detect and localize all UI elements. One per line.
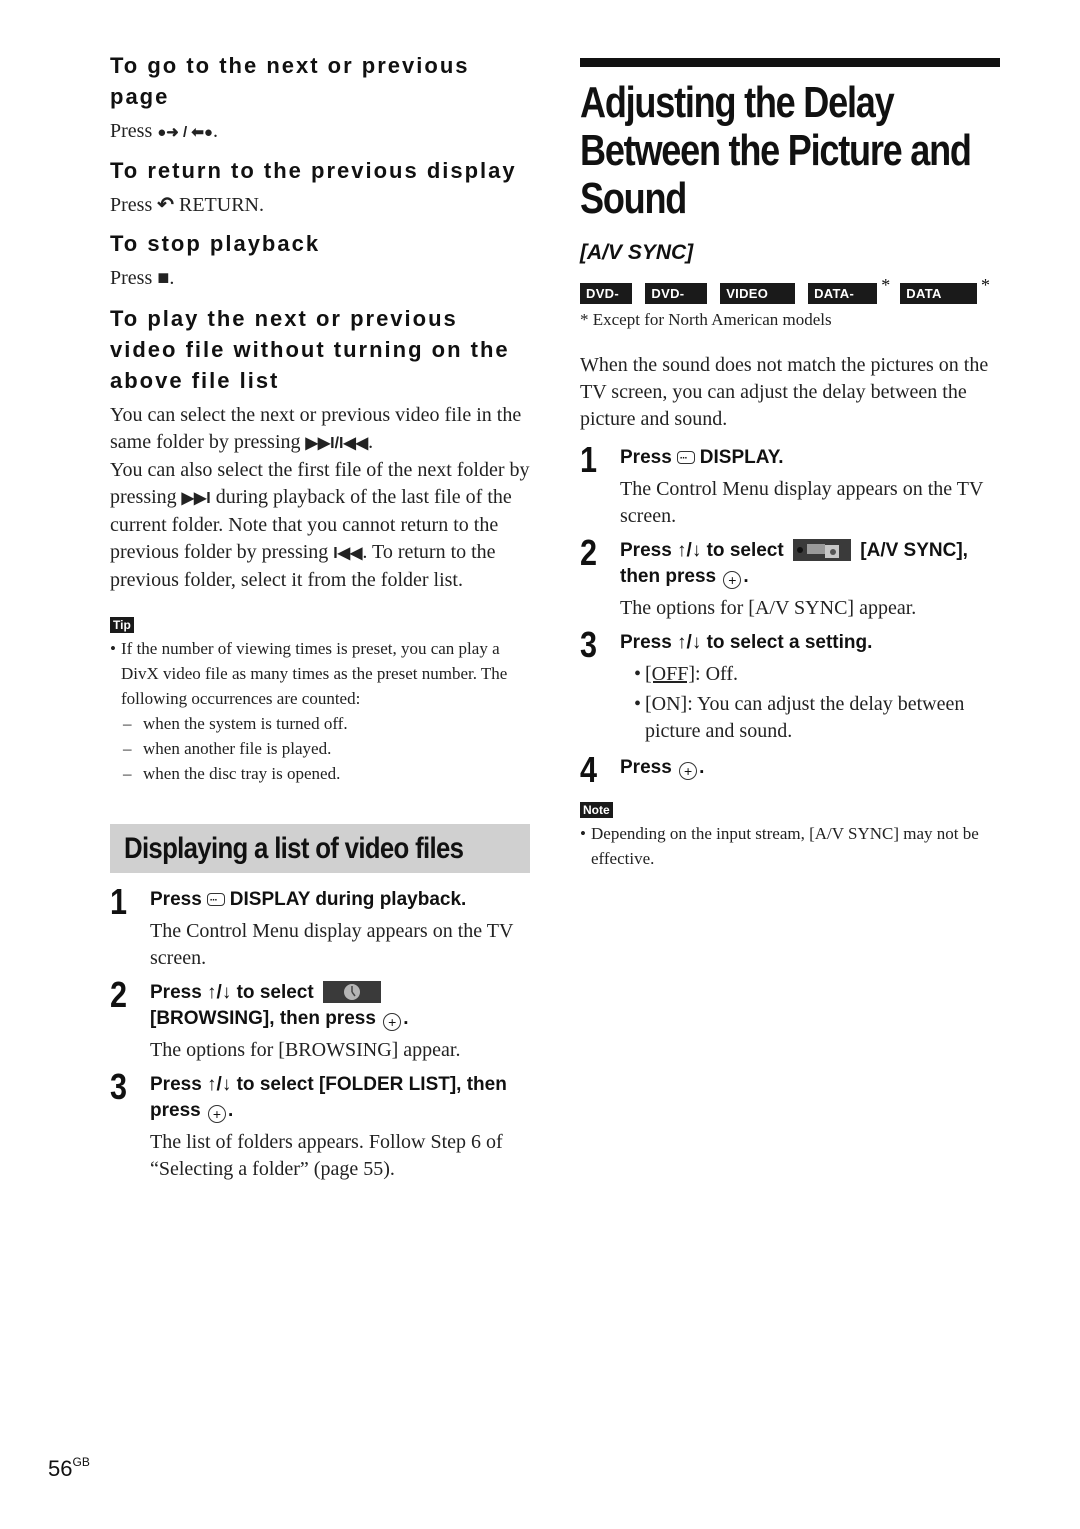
tip-label: Tip	[110, 617, 134, 633]
stop-playback-heading: To stop playback	[110, 231, 321, 256]
disc-badge-dvd-vr: DVD-VR	[645, 283, 708, 322]
note-box: Note Depending on the input stream, [A/V…	[580, 801, 1000, 871]
list-step-1: 1 PressDISPLAY during playback. The Cont…	[110, 881, 530, 972]
step-desc: The list of folders appears. Follow Step…	[150, 1131, 503, 1180]
left-column: To go to the next or previous page Press…	[110, 0, 530, 1183]
note-bullet: Depending on the input stream, [A/V SYNC…	[580, 821, 1000, 871]
step-number: 2	[110, 974, 128, 1015]
next-track-icon: ▶▶I	[181, 490, 211, 507]
av-step-3: 3 Press ↑/↓ to select a setting. [OFF]: …	[580, 624, 1000, 745]
next-prev-page-heading: To go to the next or previous page	[110, 53, 470, 109]
enter-button-icon: +	[383, 1013, 402, 1031]
disc-badge-data-cd: DATA-CD	[808, 283, 878, 322]
step-number: 3	[580, 624, 598, 665]
tip-bullet: If the number of viewing times is preset…	[110, 636, 530, 711]
right-column: Adjusting the Delay Between the Picture …	[580, 0, 1000, 871]
step-number: 1	[110, 881, 128, 922]
step-title: Press +.	[620, 757, 705, 780]
play-next-prev-para1: You can select the next or previous vide…	[110, 404, 522, 453]
display-button-icon	[676, 446, 695, 472]
asterisk-mark: *	[881, 275, 891, 295]
note-label: Note	[580, 802, 613, 818]
disc-type-row: DVD-V DVD-VR VIDEO CD DATA-CD * DATA DVD…	[580, 275, 1000, 322]
step-desc: The options for [A/V SYNC] appear.	[620, 597, 917, 619]
intro-paragraph: When the sound does not match the pictur…	[580, 354, 989, 430]
tip-dash-item: when the disc tray is opened.	[110, 761, 530, 786]
page-number: 56GB	[48, 1455, 90, 1481]
stop-playback-block: To stop playback Press ■.	[110, 228, 530, 292]
step-number: 2	[580, 532, 598, 573]
step-number: 1	[580, 439, 598, 480]
stop-playback-text: Press ■.	[110, 267, 175, 289]
step-title: PressDISPLAY.	[620, 445, 1000, 472]
section-heading: Displaying a list of video files	[110, 824, 530, 873]
asterisk-mark: *	[981, 275, 991, 295]
play-next-prev-block: To play the next or previous video file …	[110, 303, 530, 594]
enter-button-icon: +	[207, 1105, 226, 1123]
return-display-text: Press ↶ RETURN.	[110, 194, 264, 216]
default-setting-key: [OFF]	[645, 663, 696, 685]
prev-track-icon: I◀◀	[333, 545, 363, 562]
play-next-prev-heading: To play the next or previous video file …	[110, 306, 510, 393]
next-prev-page-block: To go to the next or previous page Press…	[110, 50, 530, 146]
list-step-2: 2 Press ↑/↓ to select [BROWSING], then p…	[110, 974, 530, 1064]
browsing-menu-clock-icon	[322, 981, 381, 1003]
disc-badge-data-dvd: DATA DVD	[900, 283, 978, 322]
next-prev-page-arrows-icon: ●➜ / ⬅●	[157, 124, 213, 141]
setting-option-on: [ON]: You can adjust the delay between p…	[634, 691, 1000, 745]
disc-badge-video-cd: VIDEO CD	[720, 283, 796, 322]
step-title: Press ↑/↓ to select [FOLDER LIST], then …	[150, 1074, 507, 1123]
av-sync-menu-icon	[792, 539, 851, 561]
step-title: Press ↑/↓ to select [A/V SYNC], then pre…	[620, 539, 968, 589]
return-display-block: To return to the previous display Press …	[110, 155, 530, 219]
disc-badge-dvd-v: DVD-V	[580, 283, 633, 322]
av-step-4: 4 Press +.	[580, 749, 1000, 790]
enter-button-icon: +	[679, 762, 698, 780]
stop-icon: ■	[157, 267, 170, 289]
return-arrow-icon: ↶	[157, 194, 174, 216]
step-desc: The options for [BROWSING] appear.	[150, 1039, 461, 1061]
list-step-3: 3 Press ↑/↓ to select [FOLDER LIST], the…	[110, 1066, 530, 1183]
next-prev-page-text: Press ●➜ / ⬅●.	[110, 120, 218, 142]
play-next-prev-para2: You can also select the first file of th…	[110, 459, 530, 591]
section-title: Displaying a list of video files	[124, 831, 464, 865]
tip-box: Tip If the number of viewing times is pr…	[110, 616, 530, 786]
step-desc: The Control Menu display appears on the …	[150, 920, 514, 969]
av-step-1: 1 PressDISPLAY. The Control Menu display…	[580, 439, 1000, 530]
step-desc: The Control Menu display appears on the …	[620, 478, 984, 527]
display-button-icon	[206, 888, 225, 914]
step-title: Press ↑/↓ to select [BROWSING], then pre…	[150, 981, 409, 1031]
setting-option-off: [OFF]: Off.	[634, 661, 1000, 688]
title-rule	[580, 58, 1000, 67]
return-display-heading: To return to the previous display	[110, 158, 517, 183]
next-prev-track-icon: ▶▶I/I◀◀	[305, 435, 369, 452]
tip-dash-item: when the system is turned off.	[110, 711, 530, 736]
step-title: Press ↑/↓ to select a setting.	[620, 632, 873, 653]
page-suffix: GB	[72, 1455, 90, 1469]
step-number: 3	[110, 1066, 128, 1107]
disc-footnote: * Except for North American models	[580, 310, 832, 329]
enter-button-icon: +	[723, 571, 742, 589]
tip-dash-item: when another file is played.	[110, 736, 530, 761]
av-step-2: 2 Press ↑/↓ to select [A/V SYNC], then p…	[580, 532, 1000, 622]
step-title: PressDISPLAY during playback.	[150, 887, 530, 914]
page-title: Adjusting the Delay Between the Picture …	[580, 78, 972, 223]
page-subtitle: [A/V SYNC]	[580, 241, 694, 264]
step-number: 4	[580, 749, 598, 790]
